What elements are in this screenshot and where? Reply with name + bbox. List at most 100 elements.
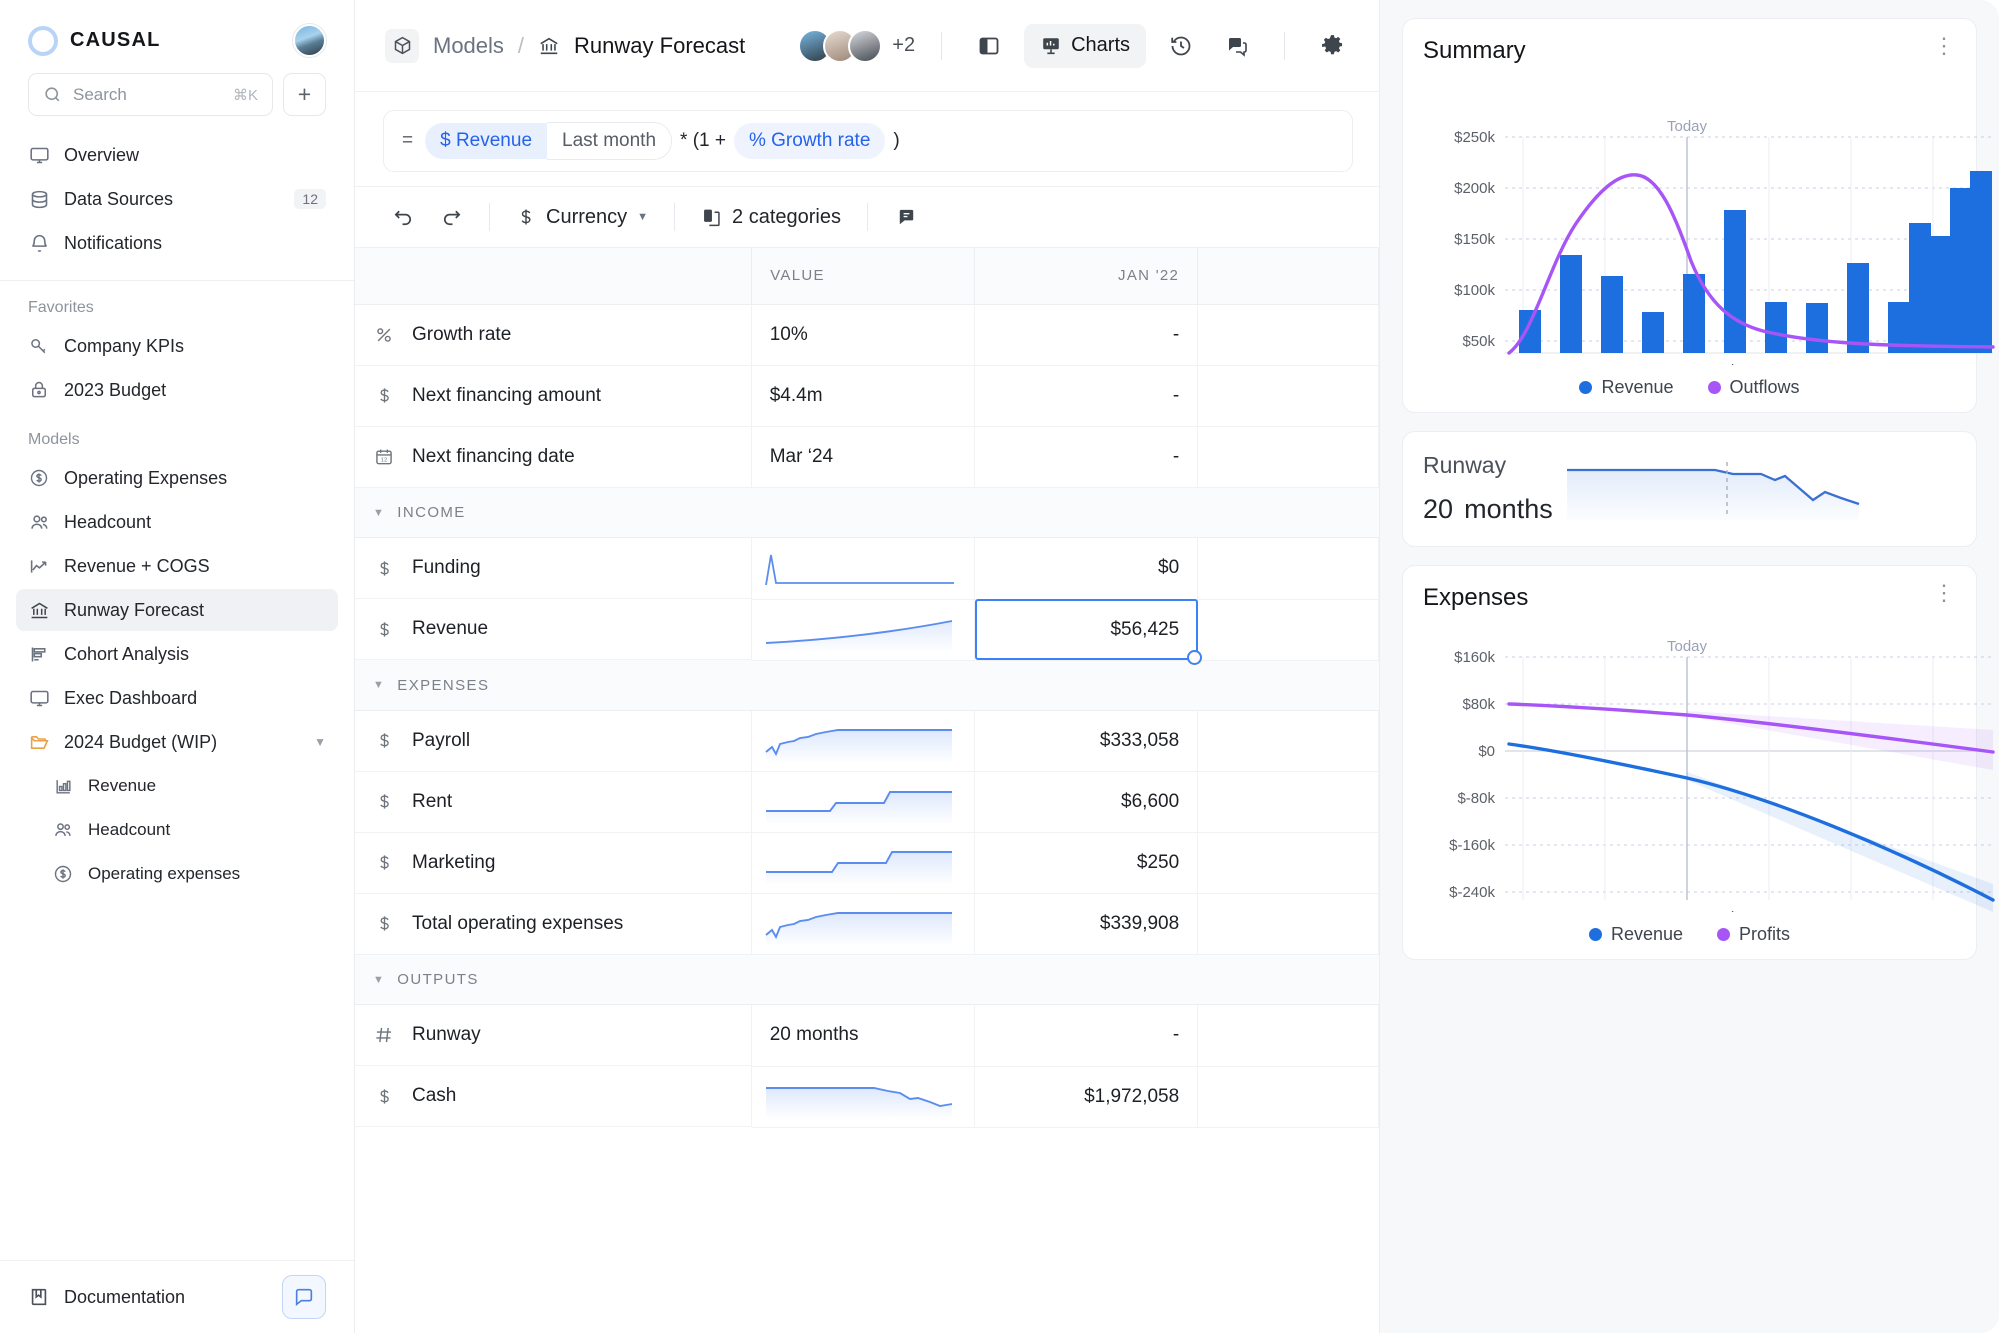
legend-item-revenue[interactable]: Revenue	[1588, 924, 1683, 945]
chevron-down-icon[interactable]: ▼	[637, 211, 648, 223]
models-cube-icon[interactable]	[385, 28, 419, 63]
sidebar-item-notifications[interactable]: Notifications	[16, 222, 338, 264]
row-extra-cell[interactable]	[1197, 599, 1379, 661]
collapse-triangle-icon[interactable]: ▼	[373, 679, 385, 691]
row-jan22-cell[interactable]: -	[974, 1004, 1199, 1067]
sidebar-item-2024-budget[interactable]: 2024 Budget (WIP) ▼	[16, 721, 338, 763]
chevron-down-icon[interactable]: ▼	[314, 735, 326, 749]
user-avatar[interactable]	[293, 24, 326, 57]
sidebar-item-operating-expenses[interactable]: Operating Expenses	[16, 457, 338, 499]
row-value-cell[interactable]: 10%	[751, 304, 976, 366]
row-extra-cell[interactable]	[1197, 832, 1379, 894]
row-jan22-cell-selected[interactable]: $56,425	[974, 599, 1202, 664]
table-row[interactable]: Runway 20 months -	[355, 1004, 1379, 1067]
row-sparkline-cell[interactable]	[751, 893, 976, 955]
avatar[interactable]	[848, 28, 883, 63]
sidebar-item-budget-revenue[interactable]: Revenue	[16, 765, 338, 807]
row-name-cell[interactable]: Growth rate	[355, 304, 752, 366]
table-group-income[interactable]: ▼ INCOME	[355, 487, 1379, 538]
categories-button[interactable]: 2 categories	[693, 196, 849, 238]
sidebar-item-data-sources[interactable]: Data Sources 12	[16, 178, 338, 220]
row-name-cell[interactable]: Next financing amount	[355, 365, 752, 427]
charts-button[interactable]: Charts	[1024, 23, 1146, 68]
row-jan22-cell[interactable]: -	[974, 304, 1199, 366]
row-extra-cell[interactable]	[1197, 1066, 1379, 1128]
row-value-cell[interactable]: $4.4m	[751, 365, 976, 427]
sidebar-item-budget-headcount[interactable]: Headcount	[16, 809, 338, 851]
row-sparkline-cell[interactable]	[751, 537, 976, 600]
sidebar-item-2023-budget[interactable]: 2023 Budget	[16, 369, 338, 411]
collapse-triangle-icon[interactable]: ▼	[373, 507, 385, 519]
row-name-cell[interactable]: Funding	[355, 538, 752, 599]
sidebar-item-company-kpis[interactable]: Company KPIs	[16, 325, 338, 367]
column-header-value[interactable]: VALUE	[751, 248, 976, 305]
row-jan22-cell[interactable]: $339,908	[974, 893, 1199, 955]
row-sparkline-cell[interactable]	[751, 710, 976, 772]
history-icon[interactable]	[1160, 26, 1202, 66]
row-name-cell[interactable]: Total operating expenses	[355, 893, 752, 955]
expenses-chart[interactable]: $160k $80k $0 $-80k $-160k $-240k Today	[1423, 612, 1999, 912]
row-name-cell[interactable]: Cash	[355, 1066, 752, 1127]
table-row[interactable]: Next financing amount $4.4m -	[355, 365, 1379, 427]
expenses-menu-icon[interactable]: ⋮	[1933, 582, 1956, 604]
column-header-jan22[interactable]: JAN '22	[974, 248, 1199, 305]
row-sparkline-cell[interactable]	[751, 1066, 976, 1128]
add-button[interactable]: +	[283, 73, 326, 116]
row-extra-cell[interactable]	[1197, 893, 1379, 955]
legend-item-outflows[interactable]: Outflows	[1707, 377, 1800, 398]
table-row[interactable]: Marketing $250	[355, 832, 1379, 894]
table-row[interactable]: Funding $0	[355, 537, 1379, 600]
row-extra-cell[interactable]	[1197, 1004, 1379, 1067]
row-name-cell[interactable]: 12 Next financing date	[355, 426, 752, 488]
row-name-cell[interactable]: Revenue	[355, 599, 752, 660]
formula-growth-token[interactable]: % Growth rate	[733, 123, 886, 159]
collaborator-avatars[interactable]: +2	[798, 28, 915, 63]
row-name-cell[interactable]: Payroll	[355, 710, 752, 772]
table-row[interactable]: Payroll $333,058	[355, 710, 1379, 772]
row-jan22-cell[interactable]: $250	[974, 832, 1199, 894]
row-jan22-cell[interactable]: $1,972,058	[974, 1066, 1199, 1128]
row-jan22-cell[interactable]: -	[974, 365, 1199, 427]
comments-icon[interactable]	[1216, 26, 1258, 66]
sidebar-item-budget-operating-expenses[interactable]: Operating expenses	[16, 853, 338, 895]
row-name-cell[interactable]: Marketing	[355, 832, 752, 894]
row-extra-cell[interactable]	[1197, 426, 1379, 488]
breadcrumb-root[interactable]: Models	[433, 33, 504, 59]
row-extra-cell[interactable]	[1197, 365, 1379, 427]
collaborators-overflow-count[interactable]: +2	[892, 34, 915, 57]
comment-icon[interactable]	[886, 197, 926, 237]
row-name-cell[interactable]: Rent	[355, 771, 752, 833]
formula-bar[interactable]: = $ Revenue Last month * (1 + % Growth r…	[383, 110, 1353, 172]
legend-item-revenue[interactable]: Revenue	[1579, 377, 1674, 398]
row-jan22-cell[interactable]: $6,600	[974, 771, 1199, 833]
sidebar-item-exec-dashboard[interactable]: Exec Dashboard	[16, 677, 338, 719]
help-chat-button[interactable]	[282, 1275, 326, 1319]
sidebar-item-cohort-analysis[interactable]: Cohort Analysis	[16, 633, 338, 675]
documentation-link[interactable]: Documentation	[64, 1287, 268, 1308]
runway-sparkline[interactable]	[1563, 458, 1863, 520]
row-extra-cell[interactable]	[1197, 771, 1379, 833]
row-extra-cell[interactable]	[1197, 710, 1379, 772]
search-input[interactable]: Search ⌘K	[28, 73, 273, 116]
table-row[interactable]: 12 Next financing date Mar ‘24 -	[355, 426, 1379, 488]
collapse-triangle-icon[interactable]: ▼	[373, 974, 385, 986]
row-name-cell[interactable]: Runway	[355, 1005, 752, 1066]
gear-icon[interactable]	[1311, 26, 1353, 66]
table-group-expenses[interactable]: ▼ EXPENSES	[355, 660, 1379, 711]
row-sparkline-cell[interactable]	[751, 771, 976, 833]
row-jan22-cell[interactable]: -	[974, 426, 1199, 488]
sidebar-item-overview[interactable]: Overview	[16, 134, 338, 176]
formula-variable-token[interactable]: $ Revenue Last month	[425, 122, 673, 160]
undo-icon[interactable]	[383, 197, 423, 237]
row-sparkline-cell[interactable]	[751, 599, 976, 661]
legend-item-profits[interactable]: Profits	[1717, 924, 1790, 945]
row-jan22-cell[interactable]: $0	[974, 537, 1199, 600]
redo-icon[interactable]	[431, 197, 471, 237]
column-header-name[interactable]	[355, 248, 753, 305]
row-value-cell[interactable]: Mar ‘24	[751, 426, 976, 488]
table-row[interactable]: Growth rate 10% -	[355, 304, 1379, 366]
sidebar-item-runway-forecast[interactable]: Runway Forecast	[16, 589, 338, 631]
row-extra-cell[interactable]	[1197, 304, 1379, 366]
table-row[interactable]: Total operating expenses $339,908	[355, 893, 1379, 955]
sidebar-item-revenue-cogs[interactable]: Revenue + COGS	[16, 545, 338, 587]
